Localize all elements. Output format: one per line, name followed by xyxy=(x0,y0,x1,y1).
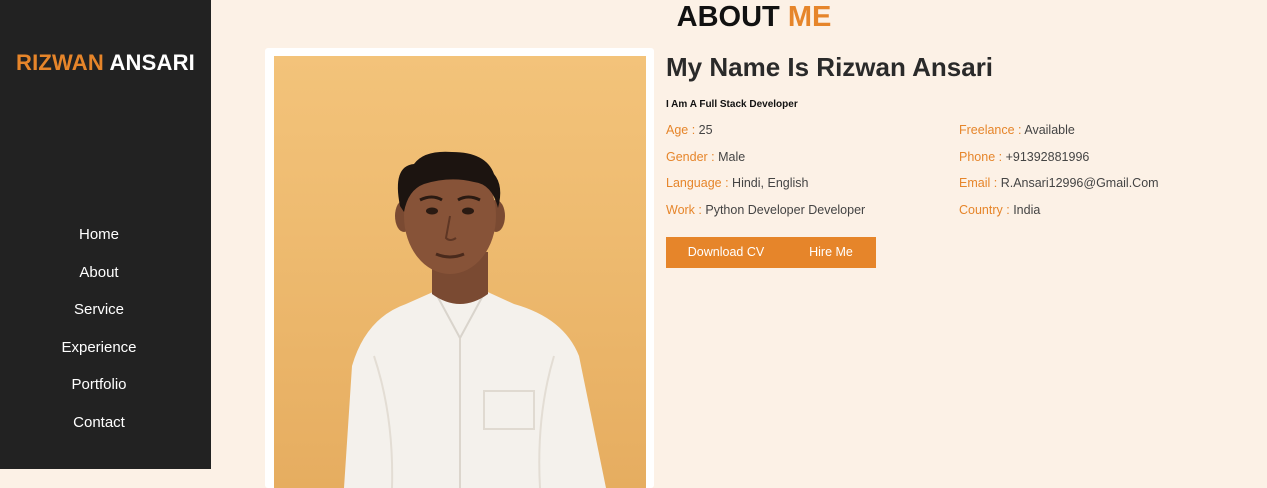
section-title: ABOUT ME xyxy=(640,1,868,34)
nav-item-service[interactable]: Service xyxy=(0,297,198,335)
fact-work: Work : Python Developer Developer xyxy=(666,203,865,217)
profile-photo xyxy=(274,56,646,488)
nav-item-experience[interactable]: Experience xyxy=(0,335,198,373)
action-buttons: Download CV Hire Me xyxy=(666,237,876,268)
nav-item-contact[interactable]: Contact xyxy=(0,410,198,448)
fact-value: Hindi, English xyxy=(732,176,809,190)
fact-value: Available xyxy=(1024,123,1075,137)
download-cv-button[interactable]: Download CV xyxy=(666,237,786,268)
brand-logo[interactable]: RIZWAN ANSARI xyxy=(0,50,211,76)
fact-email: Email : R.Ansari12996@Gmail.Com xyxy=(959,176,1159,190)
fact-value: +91392881996 xyxy=(1005,150,1090,164)
fact-label: Freelance : xyxy=(959,123,1022,137)
fact-value: Python Developer Developer xyxy=(705,203,866,217)
about-heading: My Name Is Rizwan Ansari xyxy=(666,52,994,82)
section-title-accent: ME xyxy=(787,1,832,33)
about-subtitle: I Am A Full Stack Developer xyxy=(666,99,798,110)
nav-item-portfolio[interactable]: Portfolio xyxy=(0,372,198,410)
brand-first-name: RIZWAN xyxy=(15,50,104,75)
person-photo-icon xyxy=(344,151,606,488)
fact-value: Male xyxy=(718,150,746,164)
nav-item-about[interactable]: About xyxy=(0,260,198,298)
brand-last-name: ANSARI xyxy=(109,50,195,75)
fact-freelance: Freelance : Available xyxy=(959,123,1075,137)
fact-label: Language : xyxy=(666,176,729,190)
sidebar-nav: Home About Service Experience Portfolio … xyxy=(0,222,198,448)
fact-label: Email : xyxy=(959,176,998,190)
sidebar: RIZWAN ANSARI Home About Service Experie… xyxy=(0,0,211,469)
profile-photo-frame xyxy=(265,48,654,488)
fact-language: Language : Hindi, English xyxy=(666,176,808,190)
fact-country: Country : India xyxy=(959,203,1040,217)
fact-gender: Gender : Male xyxy=(666,150,745,164)
fact-value: R.Ansari12996@Gmail.Com xyxy=(1000,176,1159,190)
fact-phone: Phone : +91392881996 xyxy=(959,150,1089,164)
fact-age: Age : 25 xyxy=(666,123,713,137)
about-info: My Name Is Rizwan Ansari I Am A Full Sta… xyxy=(666,50,1246,268)
section-title-main: ABOUT xyxy=(676,1,780,33)
fact-value: India xyxy=(1013,203,1041,217)
fact-label: Age : xyxy=(666,123,696,137)
fact-label: Work : xyxy=(666,203,702,217)
fact-value: 25 xyxy=(698,123,713,137)
fact-label: Country : xyxy=(959,203,1010,217)
hire-me-button[interactable]: Hire Me xyxy=(786,237,876,268)
nav-item-home[interactable]: Home xyxy=(0,222,198,260)
fact-label: Phone : xyxy=(959,150,1003,164)
fact-label: Gender : xyxy=(666,150,715,164)
